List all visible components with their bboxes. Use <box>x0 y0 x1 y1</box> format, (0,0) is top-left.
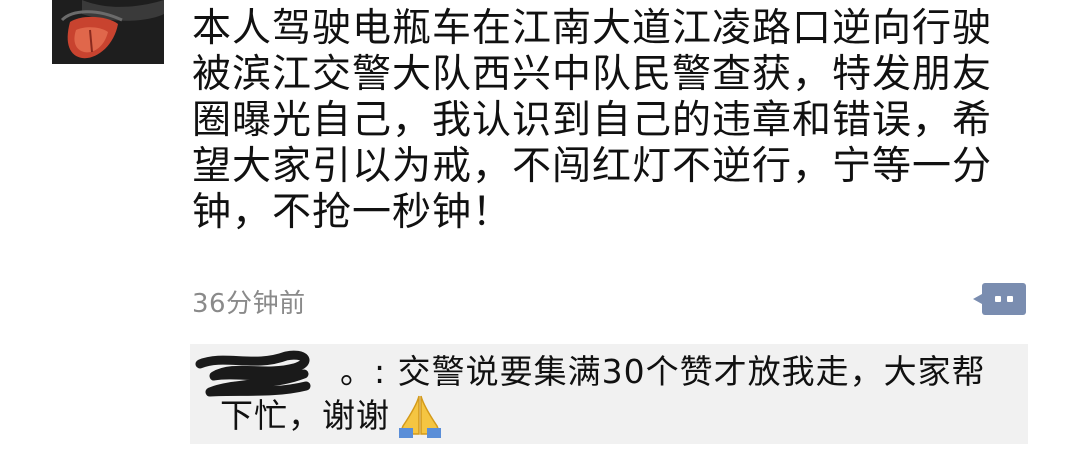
rolling-stones-tongue-logo <box>52 0 164 64</box>
post-text: 本人驾驶电瓶车在江南大道江凌路口逆向行驶 被滨江交警大队西兴中队民警查获，特发朋… <box>192 6 993 235</box>
comment-dot-icon <box>1007 296 1013 302</box>
comment-dot-icon <box>995 296 1001 302</box>
comment-text: 。: 交警说要集满30个赞才放我走，大家帮 <box>340 352 986 391</box>
comment-button-tail <box>973 294 982 304</box>
comment-button[interactable] <box>973 283 1026 315</box>
pray-hands-icon <box>399 395 441 438</box>
comment-box: 。: 交警说要集满30个赞才放我走，大家帮 下忙，谢谢 <box>190 344 1028 444</box>
comment-text-line2: 下忙，谢谢 <box>220 396 390 435</box>
post-timestamp: 36分钟前 <box>192 289 306 319</box>
avatar[interactable] <box>52 0 164 64</box>
